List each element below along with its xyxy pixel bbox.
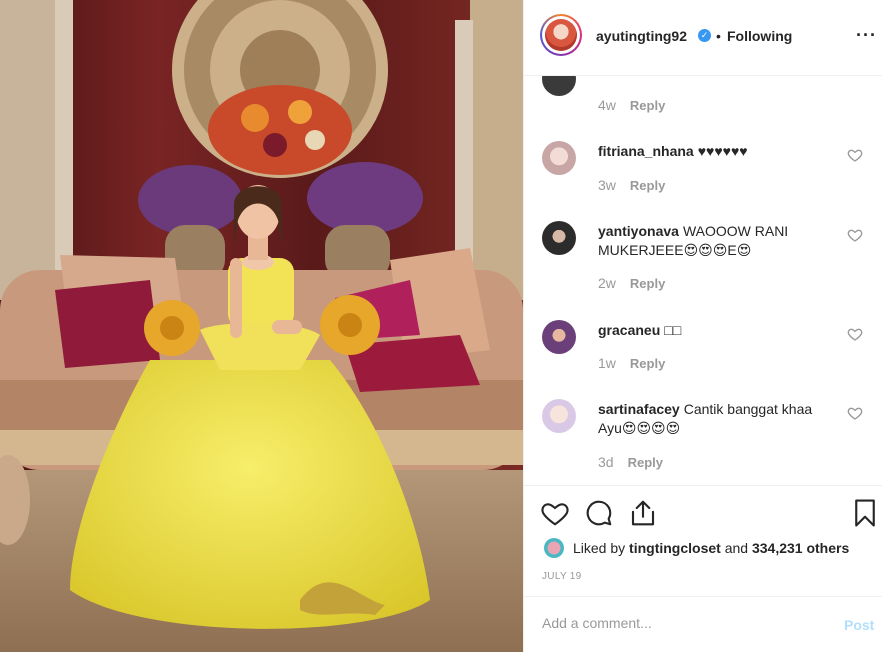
post-photo[interactable]	[0, 0, 523, 652]
comment-like-heart-icon[interactable]	[847, 405, 863, 421]
reply-button[interactable]: Reply	[630, 356, 665, 371]
post-side-panel: ayutingting92 ✓ • Following ··· 4w Reply …	[523, 0, 882, 652]
bookmark-icon[interactable]	[850, 498, 880, 528]
add-comment-input[interactable]	[542, 615, 822, 631]
comment-avatar[interactable]	[542, 141, 576, 175]
comment-body: ♥♥♥♥♥♥	[697, 143, 748, 159]
comment-avatar[interactable]	[542, 399, 576, 433]
comment-meta: 3w Reply	[598, 177, 665, 193]
reply-button[interactable]: Reply	[630, 98, 665, 113]
likes-prefix: Liked by	[573, 540, 626, 556]
comment-meta: 4w Reply	[598, 97, 665, 113]
comment-avatar[interactable]	[542, 320, 576, 354]
comment-age: 3d	[598, 454, 614, 470]
comment-username[interactable]: sartinafacey	[598, 401, 680, 417]
action-bar	[524, 486, 882, 546]
comment-age: 1w	[598, 355, 616, 371]
comment-text: sartinafacey Cantik banggat khaa Ayu😍😍😍😍	[598, 400, 838, 438]
reply-button[interactable]: Reply	[630, 276, 665, 291]
post-date[interactable]: JULY 19	[542, 571, 582, 582]
comment-text: fitriana_nhana ♥♥♥♥♥♥	[598, 142, 838, 161]
author-username[interactable]: ayutingting92	[596, 28, 687, 44]
author-avatar[interactable]	[540, 14, 582, 56]
comment-meta: 1w Reply	[598, 355, 665, 371]
reply-button[interactable]: Reply	[628, 455, 663, 470]
more-options-icon[interactable]: ···	[856, 26, 877, 44]
comment-avatar[interactable]	[542, 76, 576, 96]
header-separator: •	[716, 28, 721, 44]
comment-body: □□	[664, 322, 682, 338]
comment-username[interactable]: yantiyonava	[598, 223, 679, 239]
comment-meta: 2w Reply	[598, 275, 665, 291]
post-header: ayutingting92 ✓ • Following ···	[524, 0, 882, 76]
following-button[interactable]: Following	[727, 28, 792, 44]
comment-username[interactable]: fitriana_nhana	[598, 143, 694, 159]
share-icon[interactable]	[628, 498, 658, 528]
liker-username[interactable]: tingtingcloset	[629, 540, 721, 556]
reply-button[interactable]: Reply	[630, 178, 665, 193]
liker-avatar[interactable]	[544, 538, 564, 558]
heart-icon[interactable]	[540, 498, 570, 528]
comment-text: gracaneu □□	[598, 321, 838, 340]
post-button[interactable]: Post	[844, 617, 874, 633]
likes-middle: and	[724, 540, 749, 556]
comment-like-heart-icon[interactable]	[847, 147, 863, 163]
comment-like-heart-icon[interactable]	[847, 326, 863, 342]
comment-age: 2w	[598, 275, 616, 291]
comment-icon[interactable]	[584, 498, 614, 528]
likes-summary: Liked by tingtingcloset and 334,231 othe…	[573, 540, 849, 556]
comment-age: 4w	[598, 97, 616, 113]
comment-username[interactable]: gracaneu	[598, 322, 660, 338]
comment-age: 3w	[598, 177, 616, 193]
comment-text: yantiyonava WAOOOW RANI MUKERJEEE😍😍😍E😍	[598, 222, 838, 260]
comment-like-heart-icon[interactable]	[847, 227, 863, 243]
verified-badge-icon: ✓	[698, 29, 711, 42]
add-comment-bar: Post	[524, 596, 882, 652]
likes-count[interactable]: 334,231 others	[752, 540, 849, 556]
comment-avatar[interactable]	[542, 221, 576, 255]
comments-list[interactable]: 4w Reply fitriana_nhana ♥♥♥♥♥♥ 3w Reply yan…	[524, 76, 882, 486]
author-avatar-image	[545, 19, 577, 51]
photo-illustration	[0, 0, 523, 652]
comment-meta: 3d Reply	[598, 454, 663, 470]
